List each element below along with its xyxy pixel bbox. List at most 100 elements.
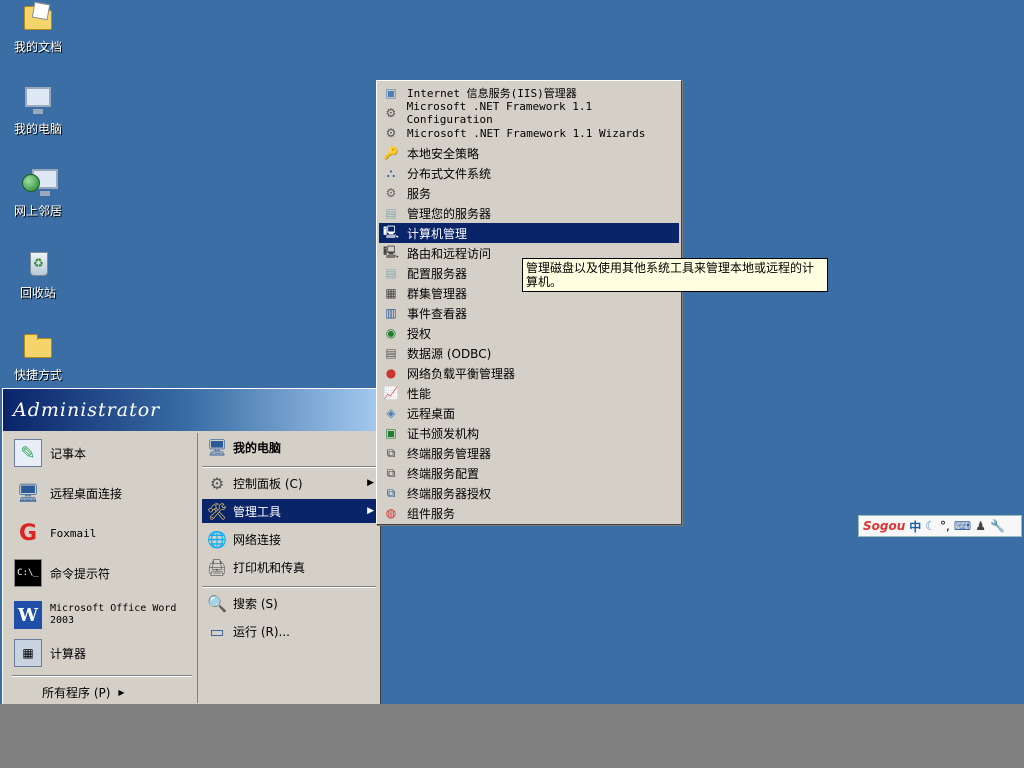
start-item-control-panel[interactable]: ⚙ 控制面板 (C) ▶ [202, 471, 378, 495]
desktop-icon-my-computer[interactable]: 我的电脑 [8, 84, 68, 137]
start-menu-divider [202, 466, 376, 468]
submenu-item-computer-management[interactable]: 🖳 计算机管理 [379, 223, 679, 243]
submenu-item-label: Internet 信息服务(IIS)管理器 [407, 87, 577, 100]
submenu-item-performance[interactable]: 📈 性能 [379, 383, 679, 403]
desktop-icon-network-places[interactable]: 网上邻居 [8, 166, 68, 219]
iis-icon: ▣ [385, 86, 397, 100]
start-item-label: 控制面板 (C) [233, 476, 303, 491]
submenu-item-ts-config[interactable]: ⧉ 终端服务配置 [379, 463, 679, 483]
submenu-item-certificate-authority[interactable]: ▣ 证书颁发机构 [379, 423, 679, 443]
start-item-printers[interactable]: 🖨 打印机和传真 [202, 555, 378, 579]
start-item-label: 计算器 [50, 646, 87, 661]
tooltip: 管理磁盘以及使用其他系统工具来管理本地或远程的计算机。 [522, 258, 828, 292]
submenu-item-label: 数据源 (ODBC) [407, 346, 492, 361]
submenu-item-dotnet-config[interactable]: ⚙ Microsoft .NET Framework 1.1 Configurat… [379, 100, 679, 126]
submenu-item-label: 管理您的服务器 [407, 206, 492, 221]
desktop-icon-shortcut[interactable]: 快捷方式 [8, 330, 68, 383]
my-computer-icon [22, 84, 54, 116]
word-icon: W [14, 601, 42, 629]
start-item-my-computer[interactable]: 🖥 我的电脑 [202, 435, 378, 459]
desktop-icon-my-documents[interactable]: 我的文档 [8, 2, 68, 55]
desktop-icon-recycle-bin[interactable]: 回收站 [8, 248, 68, 301]
start-item-label: 搜索 (S) [233, 596, 278, 611]
start-menu-user-banner: Administrator [3, 389, 380, 431]
desktop-icon-label: 我的电脑 [13, 122, 62, 136]
terminal-server-licensing-icon: ⧉ [386, 485, 396, 500]
submenu-item-local-security-policy[interactable]: 🔑 本地安全策略 [379, 143, 679, 163]
start-item-label: Foxmail [50, 526, 97, 540]
submenu-item-nlb[interactable]: ● 网络负载平衡管理器 [379, 363, 679, 383]
moon-icon[interactable]: ☾ [925, 519, 936, 533]
start-menu-pinned-list: ✎ 记事本 🖥 远程桌面连接 G Foxmail C:\_ 命令提示符 W Mi… [6, 433, 194, 719]
event-viewer-icon: ▥ [385, 306, 397, 320]
submenu-item-label: 性能 [407, 386, 432, 401]
submenu-item-label: 证书颁发机构 [407, 426, 480, 441]
all-programs-label: 所有程序 (P) [42, 685, 111, 700]
submenu-item-label: 终端服务管理器 [407, 446, 492, 461]
start-item-calculator[interactable]: ▦ 计算器 [6, 635, 192, 671]
start-item-remote-desktop-connection[interactable]: 🖥 远程桌面连接 [6, 475, 192, 511]
nlb-manager-icon: ● [385, 366, 397, 380]
submenu-item-event-viewer[interactable]: ▥ 事件查看器 [379, 303, 679, 323]
submenu-item-ts-licensing[interactable]: ⧉ 终端服务器授权 [379, 483, 679, 503]
submenu-item-label: 授权 [407, 326, 432, 341]
configure-server-icon: ▤ [385, 266, 397, 280]
licensing-icon: ◉ [385, 326, 397, 340]
wrench-icon[interactable]: 🔧 [990, 519, 1005, 533]
remote-desktops-icon: ◈ [386, 406, 396, 420]
bottom-gray-area [0, 704, 1024, 768]
foxmail-icon: G [18, 520, 38, 546]
remote-desktop-connection-icon: 🖥 [16, 482, 40, 504]
submenu-item-label: 分布式文件系统 [407, 166, 492, 181]
search-icon: 🔍 [207, 593, 227, 613]
submenu-item-component-services[interactable]: ◍ 组件服务 [379, 503, 679, 523]
network-places-icon [22, 166, 58, 198]
admin-tools-submenu: ▣ Internet 信息服务(IIS)管理器 ⚙ Microsoft .NET F… [376, 80, 682, 525]
submenu-item-dotnet-wizards[interactable]: ⚙ Microsoft .NET Framework 1.1 Wizards [379, 123, 679, 143]
chevron-right-icon: ▶ [367, 506, 374, 516]
start-item-network-connections[interactable]: 🌐 网络连接 [202, 527, 378, 551]
submenu-item-label: 群集管理器 [407, 286, 468, 301]
start-item-label: 管理工具 [233, 504, 282, 519]
submenu-item-services[interactable]: ⚙ 服务 [379, 183, 679, 203]
start-menu-divider [202, 586, 376, 588]
start-item-word[interactable]: W Microsoft Office Word 2003 [6, 595, 192, 635]
chevron-right-icon: ▶ [118, 687, 125, 697]
submenu-item-label: 配置服务器 [407, 266, 468, 281]
start-item-search[interactable]: 🔍 搜索 (S) [202, 591, 378, 615]
submenu-item-label: 远程桌面 [407, 406, 456, 421]
start-menu-divider [12, 675, 192, 677]
printer-icon: 🖨 [206, 557, 228, 577]
submenu-item-manage-server[interactable]: ▤ 管理您的服务器 [379, 203, 679, 223]
start-item-notepad[interactable]: ✎ 记事本 [6, 435, 192, 471]
keyboard-icon[interactable]: ⌨ [954, 519, 971, 533]
submenu-item-label: Microsoft .NET Framework 1.1 Wizards [407, 126, 646, 140]
submenu-item-label: 事件查看器 [407, 306, 468, 321]
start-item-run[interactable]: ▭ 运行 (R)... [202, 619, 378, 643]
ime-toolbar[interactable]: Sogou 中 ☾ °, ⌨ ♟ 🔧 [858, 515, 1022, 537]
skin-icon[interactable]: ♟ [975, 519, 986, 533]
submenu-item-label: 网络负载平衡管理器 [407, 366, 516, 381]
ime-mode-toggle[interactable]: 中 [909, 518, 921, 535]
start-item-foxmail[interactable]: G Foxmail [6, 515, 192, 551]
start-menu-system-list: 🖥 我的电脑 ⚙ 控制面板 (C) ▶ 🛠 管理工具 ▶ 🌐 网络连接 🖨 打印… [197, 433, 379, 703]
submenu-item-label: 计算机管理 [407, 226, 468, 241]
start-item-admin-tools[interactable]: 🛠 管理工具 ▶ [202, 499, 378, 523]
all-programs-button[interactable]: 所有程序 (P) ▶ [6, 679, 192, 705]
start-item-command-prompt[interactable]: C:\_ 命令提示符 [6, 555, 192, 591]
certificate-authority-icon: ▣ [385, 426, 397, 440]
desktop-icon-label: 网上邻居 [13, 204, 62, 218]
submenu-item-odbc[interactable]: ▤ 数据源 (ODBC) [379, 343, 679, 363]
submenu-item-licensing[interactable]: ◉ 授权 [379, 323, 679, 343]
start-item-label: 打印机和传真 [233, 560, 306, 575]
submenu-item-label: 终端服务器授权 [407, 486, 492, 501]
routing-remote-access-icon: 🖳 [383, 244, 400, 259]
component-services-icon: ◍ [385, 506, 397, 520]
punctuation-icon[interactable]: °, [940, 519, 950, 533]
admin-tools-icon: 🛠 [206, 501, 228, 521]
submenu-item-remote-desktops[interactable]: ◈ 远程桌面 [379, 403, 679, 423]
submenu-item-dfs[interactable]: ⛬ 分布式文件系统 [379, 163, 679, 183]
submenu-item-label: 组件服务 [407, 506, 456, 521]
submenu-item-ts-manager[interactable]: ⧉ 终端服务管理器 [379, 443, 679, 463]
my-documents-icon [22, 2, 54, 34]
